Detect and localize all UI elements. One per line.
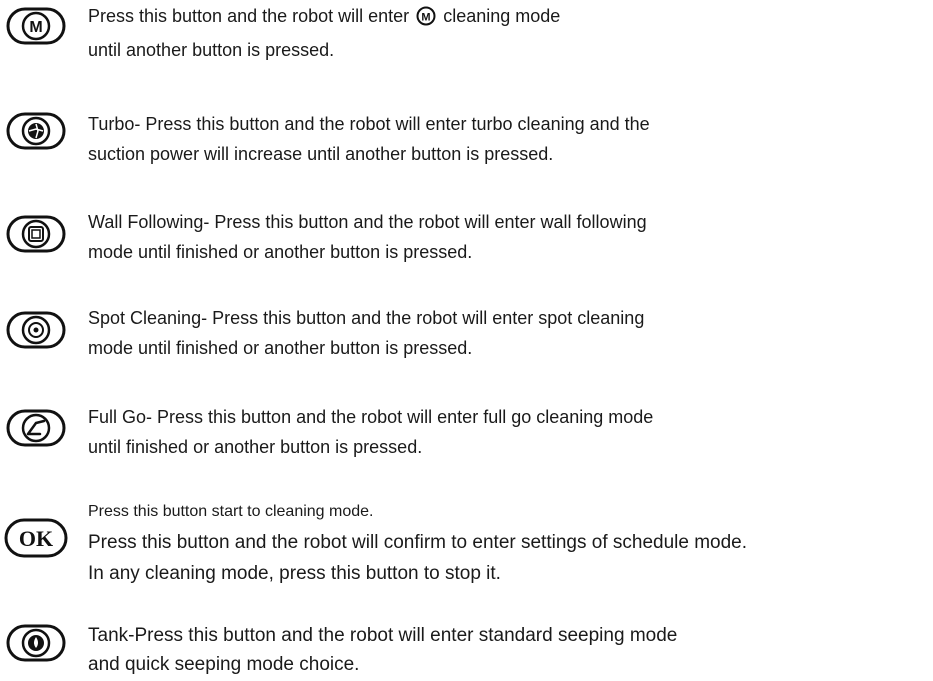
m-mode-inline-icon: M: [416, 5, 436, 35]
full-go-line1: Full Go- Press this button and the robot…: [88, 407, 654, 427]
wall-following-button-icon: [6, 215, 66, 253]
spot-cleaning-button-icon: [6, 311, 66, 349]
ok-line1: Press this button start to cleaning mode…: [88, 503, 374, 520]
m-mode-button-icon: M: [6, 7, 66, 45]
spot-cleaning-line1: Spot Cleaning- Press this button and the…: [88, 308, 645, 328]
turbo-line1: Turbo- Press this button and the robot w…: [88, 114, 650, 134]
ok-line2: Press this button and the robot will con…: [88, 532, 748, 553]
m-mode-line1-before: Press this button and the robot will ent…: [88, 6, 410, 26]
wall-following-line2: mode until finished or another button is…: [88, 242, 473, 262]
ok-line3: In any cleaning mode, press this button …: [88, 563, 501, 584]
tank-button-icon: [6, 624, 66, 662]
full-go-line2: until finished or another button is pres…: [88, 437, 423, 457]
svg-text:M: M: [29, 19, 42, 36]
spot-cleaning-line2: mode until finished or another button is…: [88, 338, 473, 358]
ok-icon-label: OK: [19, 526, 53, 551]
tank-line2: and quick seeping mode choice.: [88, 654, 360, 675]
ok-button-icon: OK: [4, 518, 68, 558]
full-go-button-icon: [6, 409, 66, 447]
turbo-fan-button-icon: [6, 112, 66, 150]
wall-following-line1: Wall Following- Press this button and th…: [88, 212, 647, 232]
m-mode-line2: until another button is pressed.: [88, 40, 335, 60]
svg-text:M: M: [422, 12, 431, 24]
m-mode-line1-after: cleaning mode: [443, 6, 561, 26]
tank-line1: Tank-Press this button and the robot wil…: [88, 625, 678, 646]
turbo-line2: suction power will increase until anothe…: [88, 144, 554, 164]
